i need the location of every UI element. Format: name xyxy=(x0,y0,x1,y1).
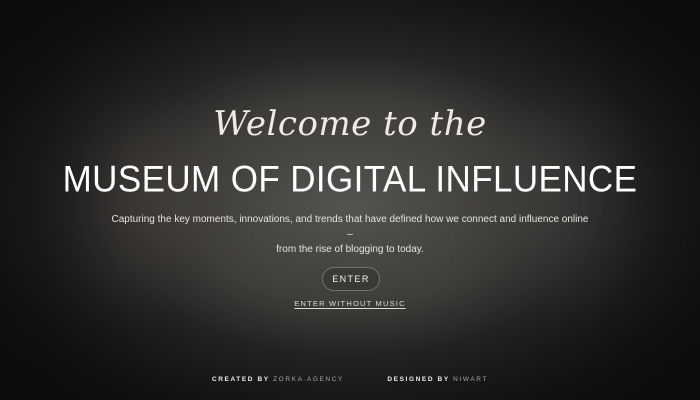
enter-button[interactable]: ENTER xyxy=(322,267,380,291)
landing-screen: Welcome to the MUSEUM OF DIGITAL INFLUEN… xyxy=(0,0,700,400)
footer-credits: CREATED BY ZORKA.AGENCY DESIGNED BY NIWA… xyxy=(0,376,700,383)
enter-without-music-link[interactable]: ENTER WITHOUT MUSIC xyxy=(294,299,405,308)
created-by-label: CREATED BY xyxy=(211,376,270,383)
created-by-link[interactable]: ZORKA.AGENCY xyxy=(273,376,344,383)
enter-without-music: ENTER WITHOUT MUSIC xyxy=(0,299,700,308)
subtitle-line-2: from the rise of blogging to today. xyxy=(276,244,424,255)
designed-by-link[interactable]: NIWART xyxy=(453,376,488,383)
page-title: MUSEUM OF DIGITAL INFLUENCE xyxy=(62,159,638,200)
credit-designed-by: DESIGNED BY NIWART xyxy=(387,376,488,383)
welcome-heading: Welcome to the xyxy=(213,104,487,144)
designed-by-label: DESIGNED BY xyxy=(387,376,450,383)
credit-created-by: CREATED BY ZORKA.AGENCY xyxy=(212,376,344,383)
subtitle: Capturing the key moments, innovations, … xyxy=(110,212,590,257)
subtitle-line-1: Capturing the key moments, innovations, … xyxy=(111,214,589,240)
